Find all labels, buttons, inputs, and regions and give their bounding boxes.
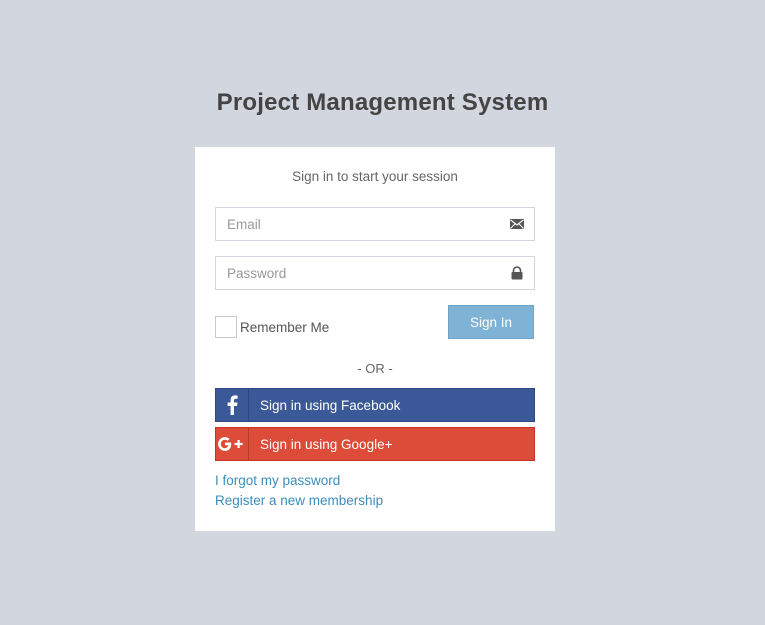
google-plus-icon: [216, 428, 249, 460]
remember-me[interactable]: Remember Me: [215, 316, 329, 338]
email-input[interactable]: [216, 208, 534, 240]
password-input[interactable]: [216, 257, 534, 289]
or-divider: - OR -: [357, 361, 393, 376]
password-field-wrapper: [215, 256, 535, 290]
facebook-icon: [216, 389, 249, 421]
remember-me-checkbox[interactable]: [215, 316, 237, 338]
forgot-password-link[interactable]: I forgot my password: [215, 473, 340, 488]
register-membership-link[interactable]: Register a new membership: [215, 493, 383, 508]
lock-icon: [510, 266, 524, 280]
remember-me-label: Remember Me: [240, 319, 330, 335]
page-title: Project Management System: [216, 89, 549, 116]
login-box: Sign in to start your session Remember M…: [195, 147, 555, 531]
sign-in-button[interactable]: Sign In: [448, 305, 534, 339]
facebook-signin-button[interactable]: Sign in using Facebook: [215, 388, 535, 422]
email-field-wrapper: [215, 207, 535, 241]
google-signin-button[interactable]: Sign in using Google+: [215, 427, 535, 461]
envelope-icon: [510, 217, 524, 231]
google-signin-label: Sign in using Google+: [260, 436, 393, 452]
facebook-signin-label: Sign in using Facebook: [260, 397, 401, 413]
login-box-message: Sign in to start your session: [292, 169, 458, 184]
